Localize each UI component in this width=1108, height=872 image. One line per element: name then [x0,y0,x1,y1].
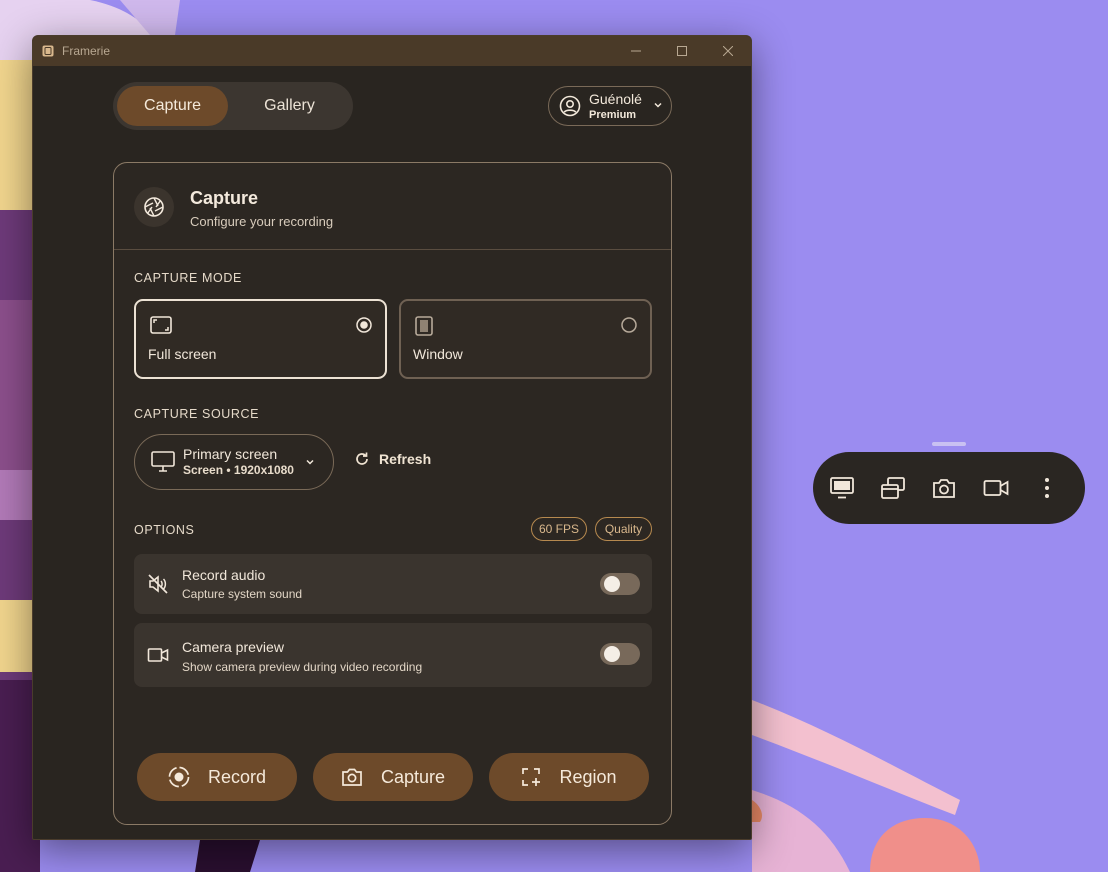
tab-gallery[interactable]: Gallery [230,86,349,126]
toolbar-drag-handle[interactable] [932,442,966,446]
capture-source-select[interactable]: Primary screen Screen • 1920x1080 [134,434,334,490]
mode-window-option[interactable]: Window [399,299,652,379]
card-subtitle: Configure your recording [190,214,334,229]
camera-icon [342,768,362,786]
minimize-button[interactable] [613,36,659,66]
radio-unselected-icon[interactable] [621,317,637,333]
quality-badge: Quality [595,517,652,541]
capture-card: Capture Configure your recording CAPTURE… [113,162,672,825]
minimize-icon [631,50,641,52]
toggle-knob [604,576,620,592]
camera-video-icon [147,648,169,662]
refresh-button[interactable]: Refresh [354,451,431,467]
more-icon [1045,478,1049,498]
monitor-icon [151,451,175,472]
floating-toolbar [813,452,1085,524]
capture-source-label: CAPTURE SOURCE [134,407,260,421]
video-icon [983,480,1009,496]
title-bar: Framerie [33,36,751,66]
capture-button[interactable]: Capture [313,753,473,801]
account-name: Guénolé [589,90,642,107]
region-label: Region [559,766,617,787]
record-audio-subtitle: Capture system sound [182,587,303,601]
toggle-knob [604,646,620,662]
source-name: Primary screen [183,445,278,462]
tab-capture[interactable]: Capture [117,86,229,126]
camera-preview-toggle[interactable] [600,643,640,665]
camera-preview-title: Camera preview [182,639,284,655]
capture-label: Capture [380,766,446,787]
record-label: Record [207,766,267,787]
radio-selected-icon[interactable] [356,317,372,333]
audio-muted-icon [148,574,168,594]
fps-badge: 60 FPS [531,517,587,541]
chevron-down-icon [306,459,314,465]
aperture-icon [134,187,174,227]
window-icon [415,316,433,336]
record-video-button[interactable] [983,468,1034,508]
camera-icon [933,479,955,498]
mode-fullscreen-option[interactable]: Full screen [134,299,387,379]
camera-preview-subtitle: Show camera preview during video recordi… [182,660,423,674]
windows-icon [881,477,905,499]
mode-window-label: Window [413,346,463,362]
account-icon [559,95,581,117]
capture-screen-button[interactable] [830,468,881,508]
screen-icon [830,477,854,499]
region-button[interactable]: Region [489,753,649,801]
record-audio-toggle[interactable] [600,573,640,595]
nav-tabs: Capture Gallery [113,82,353,130]
close-button[interactable] [705,36,751,66]
options-label: OPTIONS [134,523,195,537]
refresh-label: Refresh [379,451,432,467]
refresh-icon [356,452,368,465]
account-menu-button[interactable]: Guénolé Premium [548,86,672,126]
close-icon [723,46,733,56]
card-header: Capture Configure your recording [114,163,671,250]
screenshot-button[interactable] [932,468,983,508]
mode-fullscreen-label: Full screen [148,346,217,362]
more-options-button[interactable] [1034,468,1085,508]
region-select-icon [522,768,541,786]
app-window: Framerie Capture Gallery Guénolé Premium [32,35,752,840]
option-record-audio: Record audio Capture system sound [134,554,652,614]
maximize-button[interactable] [659,36,705,66]
capture-mode-label: CAPTURE MODE [134,271,242,285]
option-camera-preview: Camera preview Show camera preview durin… [134,623,652,687]
chevron-down-icon [654,102,662,108]
card-title: Capture [190,188,259,208]
record-icon [168,766,190,788]
record-audio-title: Record audio [182,567,266,583]
maximize-icon [677,46,687,56]
app-logo-icon [42,45,54,57]
fullscreen-icon [150,316,172,334]
record-button[interactable]: Record [137,753,297,801]
window-title: Framerie [62,44,111,58]
capture-window-button[interactable] [881,468,932,508]
account-plan: Premium [589,108,637,121]
source-detail: Screen • 1920x1080 [183,463,294,478]
